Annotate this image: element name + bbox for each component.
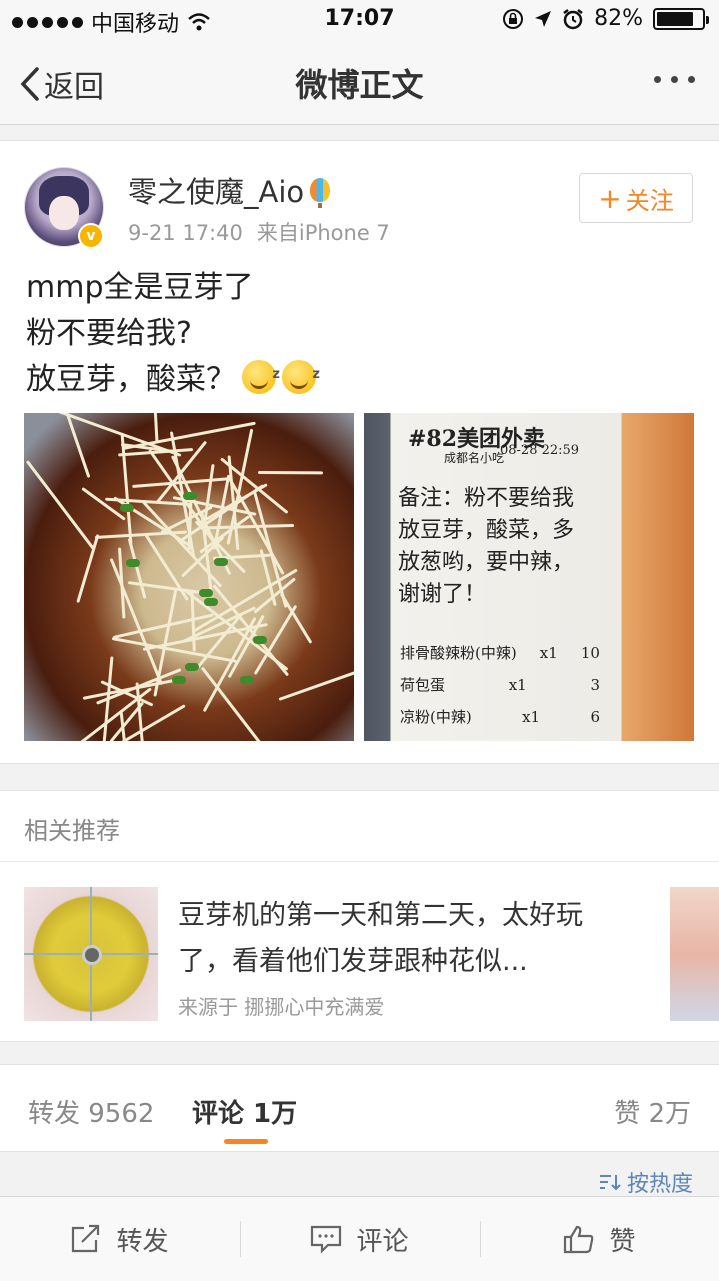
bean-sprout	[278, 670, 354, 702]
tab-repost[interactable]: 转发 9562	[28, 1093, 154, 1130]
receipt-time: 08-28 22:59	[500, 443, 580, 458]
post-line-with-emoji: 放豆芽，酸菜？	[26, 352, 320, 403]
photo-receipt[interactable]: #82美团外卖 成都名小吃 08-28 22:59 备注：粉不要给我 放豆芽，酸…	[364, 413, 694, 741]
bean-sprout	[257, 471, 323, 475]
bean-sprout	[127, 538, 147, 599]
related-title[interactable]: 豆芽机的第一天和第二天，太好玩了，看着他们发芽跟种花似...	[178, 893, 618, 985]
battery-icon	[653, 7, 709, 30]
sort-icon	[599, 1175, 621, 1191]
post-line: 放豆芽，酸菜？	[26, 362, 236, 397]
post-text: mmp全是豆芽了 粉不要给我? 放豆芽，酸菜？	[26, 265, 320, 403]
scallion-piece	[172, 675, 186, 684]
tab-like[interactable]: 赞 2万	[614, 1093, 691, 1130]
sleepy-face-emoji-icon	[282, 352, 320, 398]
comment-label: 评论	[356, 1226, 409, 1257]
repost-label: 转发	[116, 1226, 169, 1257]
scallion-piece	[239, 676, 254, 685]
scallion-piece	[252, 636, 267, 645]
photo-noodles[interactable]	[24, 413, 354, 741]
active-tab-indicator	[224, 1139, 268, 1144]
rotation-lock-icon	[503, 8, 524, 29]
follow-button[interactable]: + 关注	[579, 173, 693, 223]
divider	[0, 861, 719, 862]
receipt-item: 凉粉(中辣) x1 6	[400, 708, 600, 726]
bean-sprout	[120, 433, 133, 545]
comment-icon	[311, 1225, 342, 1254]
thumbs-up-icon	[564, 1225, 594, 1254]
bean-sprout	[109, 558, 163, 686]
post-line: mmp全是豆芽了	[26, 270, 254, 305]
page-title: 微博正文	[295, 66, 424, 104]
receipt-shop: 成都名小吃	[444, 451, 505, 465]
follow-label: 关注	[625, 186, 674, 215]
post-line: 粉不要给我?	[26, 316, 192, 351]
receipt-note-line: 放葱哟，要中辣，	[398, 550, 575, 575]
related-thumbnail-partial[interactable]	[670, 887, 719, 1021]
bean-sprout	[81, 487, 126, 521]
repost-button[interactable]: 转发	[0, 1197, 239, 1281]
username[interactable]: 零之使魔_Aio	[128, 169, 304, 211]
sort-by-hot-button[interactable]: 按热度	[599, 1166, 693, 1198]
post-source: 来自iPhone 7	[256, 221, 390, 245]
receipt-note-line: 放豆芽，酸菜，多	[398, 518, 575, 543]
post-meta: 9-21 17:40 来自iPhone 7	[128, 217, 390, 247]
verified-badge-icon: v	[78, 223, 104, 249]
more-options-icon[interactable]	[654, 76, 695, 83]
post-author[interactable]: 零之使魔_Aio	[128, 169, 331, 211]
hot-air-balloon-icon	[310, 178, 331, 208]
like-label: 赞	[609, 1226, 636, 1257]
comment-button[interactable]: 评论	[240, 1197, 479, 1281]
scallion-piece	[204, 597, 219, 606]
related-source: 来源于 挪挪心中充满爱	[178, 995, 385, 1019]
plus-icon: +	[598, 181, 622, 215]
sort-row: 按热度	[0, 1152, 719, 1198]
receipt-note-line: 备注：粉不要给我	[398, 486, 575, 511]
receipt-item: 排骨酸辣粉(中辣) x1 10	[400, 644, 600, 662]
scallion-piece	[183, 491, 198, 500]
post-date: 9-21 17:40	[128, 221, 243, 245]
alarm-icon	[563, 8, 583, 29]
related-header: 相关推荐	[24, 817, 120, 845]
sort-label: 按热度	[626, 1172, 693, 1197]
share-icon	[72, 1224, 100, 1253]
navigation-bar: 返回 微博正文	[0, 40, 719, 125]
scallion-piece	[198, 588, 213, 597]
receipt-note-line: 谢谢了！	[398, 582, 487, 607]
bean-sprout	[152, 413, 159, 443]
bean-sprout	[118, 547, 126, 619]
related-thumbnail[interactable]	[24, 887, 158, 1021]
scallion-piece	[119, 504, 134, 513]
sleepy-face-emoji-icon	[242, 352, 280, 398]
receipt-item: 荷包蛋 x1 3	[400, 676, 600, 694]
tab-comment[interactable]: 评论 1万	[192, 1093, 297, 1130]
location-icon	[535, 10, 552, 27]
receipt-items: 排骨酸辣粉(中辣) x1 10 荷包蛋 x1 3 凉粉(中辣) x1 6	[400, 637, 600, 733]
like-button[interactable]: 赞	[480, 1197, 719, 1281]
related-recommendations: 相关推荐 豆芽机的第一天和第二天，太好玩了，看着他们发芽跟种花似... 来源于 …	[0, 790, 719, 1042]
scallion-piece	[184, 663, 199, 672]
bottom-toolbar: 转发 评论 赞	[0, 1196, 719, 1281]
receipt-note: 备注：粉不要给我 放豆芽，酸菜，多 放葱哟，要中辣， 谢谢了！	[398, 483, 574, 611]
battery-percent: 82%	[594, 6, 643, 31]
post-card: v 零之使魔_Aio 9-21 17:40 来自iPhone 7 + 关注 mmp…	[0, 140, 719, 764]
status-bar: 中国移动 17:07 82%	[0, 0, 719, 40]
engagement-tabs: 转发 9562 评论 1万 赞 2万	[0, 1064, 719, 1152]
scallion-piece	[126, 558, 141, 567]
scallion-piece	[213, 557, 228, 566]
